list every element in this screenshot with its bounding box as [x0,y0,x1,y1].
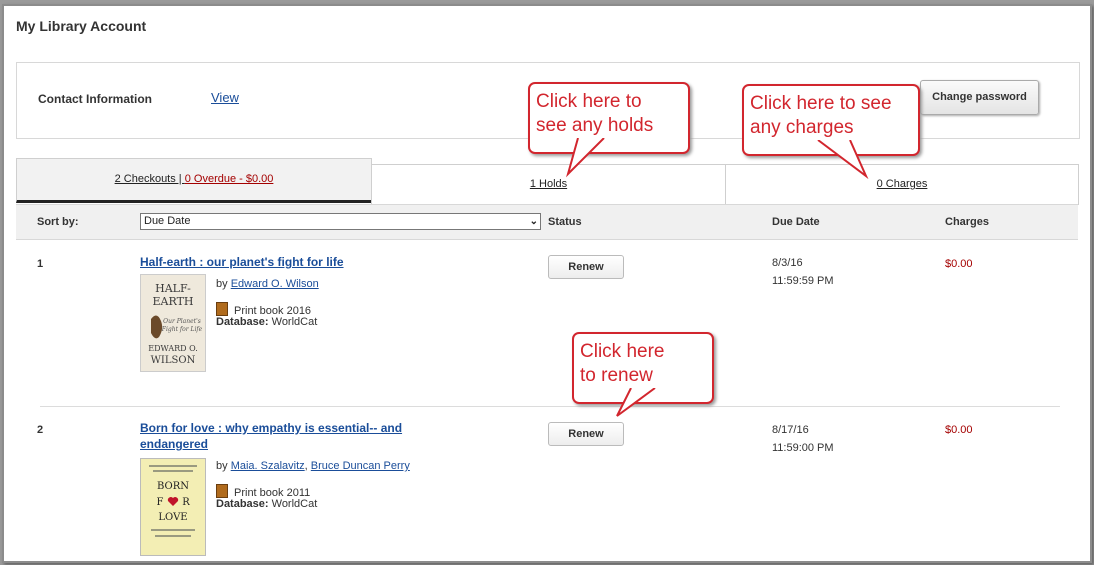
cover-art: BORN F R LOVE [141,459,205,555]
cover-art: HALF- EARTH Our Planet's Fight for Life … [141,275,205,371]
cover-line-3: R [182,497,190,508]
callout-holds-pointer [566,138,605,178]
renew-button[interactable]: Renew [548,255,624,279]
item-charge: $0.00 [945,424,973,436]
cover-line-3: Our Planet's [163,318,201,325]
item-byline: by Maia. Szalavitz, Bruce Duncan Perry [216,460,410,472]
author-link[interactable]: Maia. Szalavitz [231,460,305,472]
library-account-window: My Library Account Contact Information V… [2,4,1092,563]
column-charges: Charges [945,216,990,228]
item-byline: by Edward O. Wilson [216,278,319,290]
sort-select[interactable]: Due Date ⌄ [140,213,541,230]
due-date-day: 8/17/16 [772,424,809,436]
cover-line-4: LOVE [158,512,187,523]
checkouts-count: 2 Checkouts | [114,173,185,185]
contact-view-link[interactable]: View [211,90,239,105]
by-label: by [216,460,231,472]
item-number: 1 [37,258,44,270]
callout-holds-line-1: Click here to [536,91,642,112]
tab-checkouts[interactable]: 2 Checkouts | 0 Overdue - $0.00 [16,158,372,203]
item-format: Print book 2016 [216,302,311,317]
list-item: 2 Born for love : why empathy is essenti… [16,410,1078,560]
book-icon [216,302,228,316]
column-due-date: Due Date [772,216,820,228]
database-value: WorldCat [268,316,318,328]
database-label: Database: [216,316,269,328]
callout-renew-pointer [616,388,656,417]
cover-line-1: BORN [157,481,189,492]
book-cover-image[interactable]: BORN F R LOVE [140,458,206,556]
cover-line-4: Fight for Life [161,326,203,333]
item-format: Print book 2011 [216,484,310,499]
callout-renew-line-2: to renew [580,365,653,386]
item-number: 2 [37,424,44,436]
account-tabs: 2 Checkouts | 0 Overdue - $0.00 1 Holds … [16,158,1079,205]
tab-holds[interactable]: 1 Holds [371,164,726,205]
due-date: 8/3/16 11:59:59 PM [772,254,834,290]
due-date-time: 11:59:00 PM [772,442,834,454]
column-status: Status [548,216,582,228]
by-label: by [216,278,231,290]
item-title-link[interactable]: Born for love : why empathy is essential… [140,420,440,452]
author-link[interactable]: Edward O. Wilson [231,278,319,290]
sort-select-value: Due Date [144,215,191,227]
item-database: Database: WorldCat [216,498,317,510]
sort-by-label: Sort by: [37,216,79,228]
cover-line-2: EARTH [153,295,194,308]
author-link[interactable]: Bruce Duncan Perry [311,460,410,472]
cover-line-6: WILSON [151,355,196,366]
callout-charges-pointer [817,140,869,180]
table-header: Sort by: Due Date ⌄ Status Due Date Char… [16,204,1078,240]
cover-line-1: HALF- [155,282,191,295]
item-database: Database: WorldCat [216,316,317,328]
database-value: WorldCat [268,498,318,510]
callout-charges-line-2: any charges [750,117,854,138]
callout-charges-line-1: Click here to see [750,93,892,114]
charges-link: 0 Charges [876,178,928,190]
list-item: 1 Half-earth : our planet's fight for li… [16,242,1078,402]
item-title-link[interactable]: Half-earth : our planet's fight for life [140,254,344,270]
due-date-time: 11:59:59 PM [772,275,834,287]
cover-line-2: F [157,497,164,508]
chevron-down-icon: ⌄ [529,216,538,227]
holds-link: 1 Holds [529,178,568,190]
contact-info-label: Contact Information [38,92,152,106]
tab-charges[interactable]: 0 Charges [725,164,1079,205]
due-date: 8/17/16 11:59:00 PM [772,421,834,457]
page-title: My Library Account [16,18,147,34]
callout-holds-line-2: see any holds [536,115,654,136]
item-charge: $0.00 [945,258,973,270]
book-cover-image[interactable]: HALF- EARTH Our Planet's Fight for Life … [140,274,206,372]
change-password-button[interactable]: Change password [920,80,1039,115]
row-divider [40,406,1060,407]
callout-renew-line-1: Click here [580,341,665,362]
overdue-count: 0 Overdue - $0.00 [184,173,274,185]
book-icon [216,484,228,498]
due-date-day: 8/3/16 [772,257,803,269]
cover-line-5: EDWARD O. [148,344,197,353]
database-label: Database: [216,498,269,510]
